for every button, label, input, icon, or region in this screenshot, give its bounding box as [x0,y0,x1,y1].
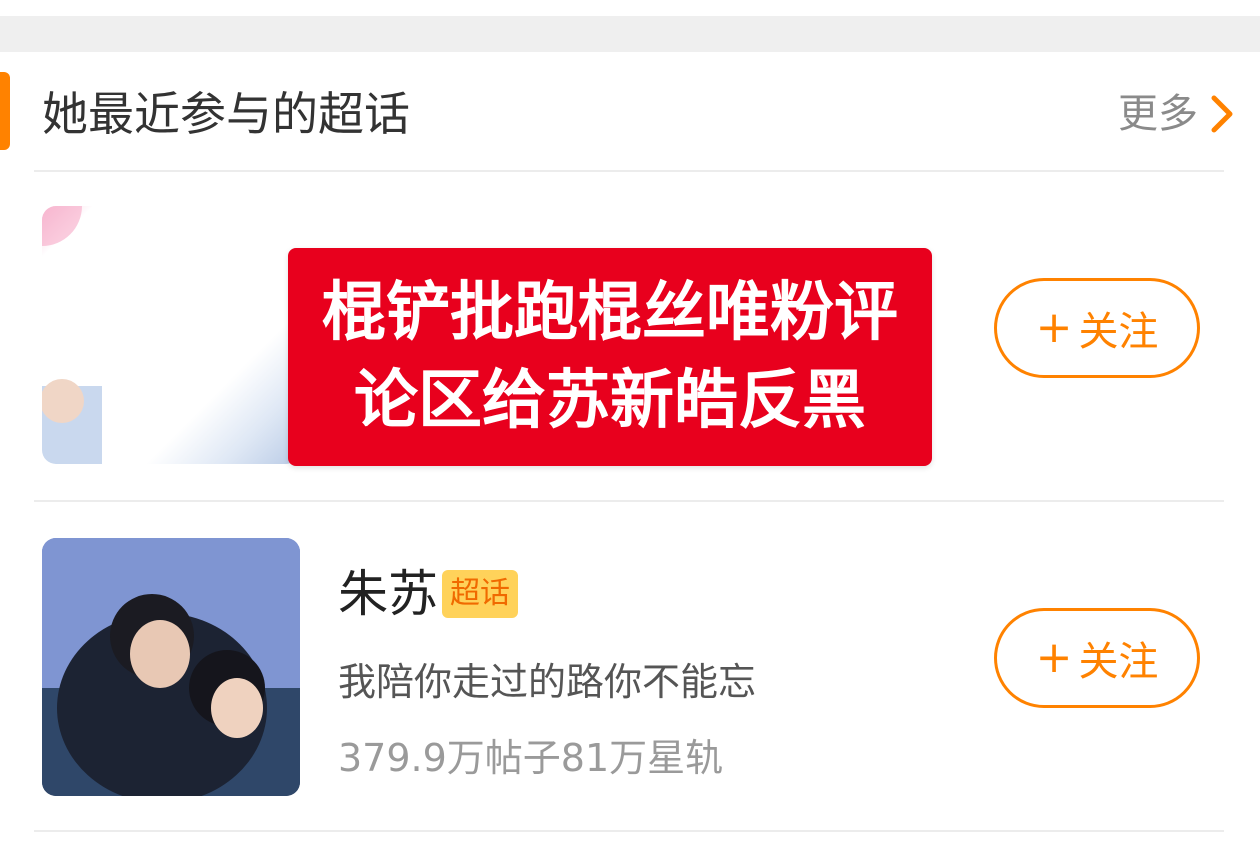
top-strip [0,0,1260,16]
topic-description: 我陪你走过的路你不能忘 [338,660,757,704]
topic-avatar-1[interactable] [42,206,300,464]
topic-avatar-2[interactable] [42,538,300,796]
section-separator-band [0,16,1260,52]
follow-button-2[interactable]: + 关注 [994,608,1200,708]
section-accent-bar [0,72,10,150]
plus-icon: + [1035,302,1073,353]
overlay-line-1: 棍铲批跑棍丝唯粉评 [322,276,898,350]
super-topic-badge: 超话 [442,570,518,618]
section-title: 她最近参与的超话 [42,87,410,141]
more-link[interactable]: 更多 [1118,84,1236,144]
avatar-image-1 [42,206,102,464]
plus-icon: + [1035,632,1073,683]
topic-stats: 379.9万帖子81万星轨 [338,736,724,780]
divider [34,170,1224,172]
overlay-line-2: 论区给苏新皓反黑 [354,364,866,438]
more-label: 更多 [1118,91,1198,137]
divider [34,500,1224,502]
chevron-right-icon [1211,95,1233,133]
warning-overlay: 棍铲批跑棍丝唯粉评 论区给苏新皓反黑 [288,248,932,466]
topic-name-2[interactable]: 朱苏 超话 [338,562,518,626]
follow-label-2: 关注 [1078,639,1159,685]
follow-button-1[interactable]: + 关注 [994,278,1200,378]
topic-title: 朱苏 [338,565,438,623]
divider [34,830,1224,832]
avatar-image-2 [42,538,300,796]
follow-label-1: 关注 [1078,309,1159,355]
